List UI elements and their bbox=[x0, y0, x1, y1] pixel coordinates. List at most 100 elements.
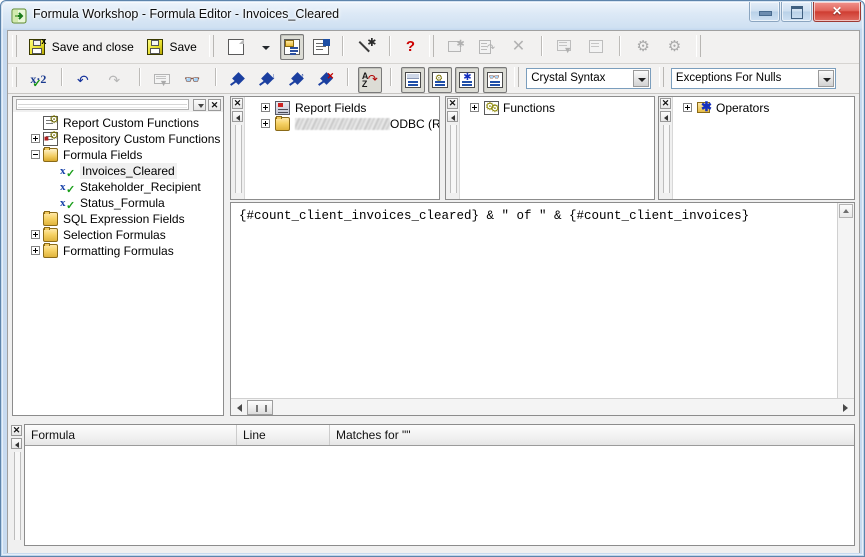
expander-plus-icon[interactable] bbox=[261, 103, 270, 112]
operator-tree-button[interactable]: ✱ bbox=[455, 67, 480, 93]
function-tree-button[interactable]: ⚙ bbox=[427, 67, 452, 93]
tree-label: Stakeholder_Recipient bbox=[80, 180, 201, 194]
expander-plus-icon[interactable] bbox=[31, 246, 40, 255]
functions-collapse-icon[interactable] bbox=[447, 111, 458, 122]
function-tree-icon: ⚙ bbox=[431, 72, 448, 88]
toolbar-grip-4[interactable] bbox=[695, 35, 701, 57]
toolbar-grip[interactable] bbox=[12, 35, 17, 57]
expander-plus-icon[interactable] bbox=[31, 134, 40, 143]
expander-plus-icon[interactable] bbox=[470, 103, 479, 112]
tree-node-status-formula[interactable]: x ✓ Status_Formula bbox=[13, 195, 223, 212]
tree-node-formatting-formulas[interactable]: Formatting Formulas bbox=[13, 243, 223, 259]
tree-node-functions[interactable]: ⚙ ⚙ Functions bbox=[460, 100, 654, 116]
field-tree-button[interactable] bbox=[400, 67, 425, 93]
main-toolbar: x Save and close Save ✱ ? ✱ ↷ ✕ ▼ ⚙ ⚙ bbox=[8, 31, 859, 64]
toolbar-grip-2[interactable] bbox=[209, 35, 215, 57]
new-formula-button[interactable] bbox=[221, 34, 251, 60]
tree-node-formula-fields[interactable]: Formula Fields bbox=[13, 147, 223, 163]
report-fields-scroll-track[interactable] bbox=[235, 125, 242, 193]
next-bookmark-button[interactable]: ↓ bbox=[254, 67, 280, 93]
find-replace-button[interactable]: 👓 bbox=[178, 67, 206, 93]
redo-arrow-icon: ↷ bbox=[108, 72, 121, 88]
formula-field-icon: x ✓ bbox=[60, 197, 76, 212]
tree-node-report-fields[interactable]: Report Fields bbox=[245, 100, 439, 116]
tree-node-report-custom-functions[interactable]: ⚙ Report Custom Functions bbox=[13, 115, 223, 131]
expander-minus-icon[interactable] bbox=[31, 150, 40, 159]
editor-toolbar-grip[interactable] bbox=[12, 67, 17, 87]
tree-node-stakeholder-recipient[interactable]: x ✓ Stakeholder_Recipient bbox=[13, 179, 223, 196]
results-column-formula[interactable]: Formula bbox=[25, 425, 237, 445]
workshop-tree-close-icon[interactable]: ✕ bbox=[208, 99, 221, 111]
update-repository-icon bbox=[588, 39, 604, 55]
formula-text-editor[interactable]: {#count_client_invoices_cleared} & " of … bbox=[230, 202, 855, 416]
toggle-bookmark-button[interactable] bbox=[225, 67, 251, 93]
nulls-dropdown[interactable]: Exceptions For Nulls bbox=[670, 68, 836, 89]
expert-editor-button[interactable]: 👓 bbox=[482, 67, 507, 93]
editor-toolbar-grip-3[interactable] bbox=[658, 67, 664, 87]
editor-toolbar-grip-2[interactable] bbox=[513, 67, 519, 87]
results-column-matches[interactable]: Matches for "" bbox=[330, 425, 850, 445]
tree-node-selection-formulas[interactable]: Selection Formulas bbox=[13, 227, 223, 243]
custom-function-1-button: ⚙ bbox=[629, 34, 657, 60]
check-syntax-button[interactable]: x·2 ✓ bbox=[24, 67, 52, 93]
report-fields-close-icon[interactable]: ✕ bbox=[232, 98, 243, 109]
expander-plus-icon[interactable] bbox=[261, 119, 270, 128]
editor-vertical-scrollbar[interactable] bbox=[837, 203, 854, 415]
save-button[interactable]: Save bbox=[142, 34, 202, 60]
workshop-tree-scroll-track[interactable] bbox=[16, 99, 189, 110]
results-pane: ✕ Formula Line Matches for "" bbox=[8, 422, 859, 552]
title-bar[interactable]: Formula Workshop - Formula Editor - Invo… bbox=[2, 2, 865, 29]
formula-properties-button[interactable] bbox=[308, 34, 334, 60]
save-icon bbox=[147, 39, 164, 55]
toolbar-grip-3[interactable] bbox=[429, 35, 435, 57]
report-fields-panel[interactable]: ✕ Report Fields ODBC (R bbox=[230, 96, 440, 200]
workshop-tree-menu-button[interactable] bbox=[193, 99, 206, 111]
scroll-up-button[interactable] bbox=[839, 204, 853, 218]
undo-button[interactable]: ↶ bbox=[71, 67, 99, 93]
help-button[interactable]: ? bbox=[399, 34, 422, 60]
operators-panel[interactable]: ✕ ✱ Operators bbox=[658, 96, 855, 200]
expander-plus-icon[interactable] bbox=[31, 230, 40, 239]
horizontal-scroll-thumb[interactable] bbox=[247, 400, 273, 415]
restore-button[interactable] bbox=[781, 2, 812, 22]
results-scroll-track[interactable] bbox=[14, 452, 21, 540]
results-grid[interactable]: Formula Line Matches for "" bbox=[24, 424, 855, 546]
syntax-dropdown[interactable]: Crystal Syntax bbox=[526, 68, 652, 89]
tree-node-operators[interactable]: ✱ Operators bbox=[673, 100, 854, 116]
syntax-dropdown-arrow[interactable] bbox=[633, 70, 650, 87]
sort-trees-button[interactable]: A Z ↷ bbox=[357, 67, 382, 93]
results-close-icon[interactable]: ✕ bbox=[11, 425, 22, 436]
formula-workshop-tree-panel[interactable]: ✕ ⚙ Report Custom Functions ⚙ ■ Reposito… bbox=[12, 96, 224, 416]
functions-panel[interactable]: ✕ ⚙ ⚙ Functions bbox=[445, 96, 655, 200]
rename-button: ✱ bbox=[442, 34, 470, 60]
results-collapse-icon[interactable] bbox=[11, 438, 22, 449]
nulls-dropdown-arrow[interactable] bbox=[817, 70, 834, 87]
functions-close-icon[interactable]: ✕ bbox=[447, 98, 458, 109]
operators-collapse-icon[interactable] bbox=[660, 111, 671, 122]
save-and-close-button[interactable]: x Save and close bbox=[24, 34, 138, 60]
results-rows-container[interactable] bbox=[25, 446, 854, 545]
tree-node-sql-expression-fields[interactable]: SQL Expression Fields bbox=[13, 211, 223, 227]
field-tree-icon bbox=[404, 72, 421, 88]
scroll-right-button[interactable] bbox=[839, 400, 853, 414]
operators-close-icon[interactable]: ✕ bbox=[660, 98, 671, 109]
clear-bookmarks-button[interactable]: ✕ bbox=[313, 67, 339, 93]
functions-scroll-track[interactable] bbox=[450, 125, 457, 193]
tree-node-database-connection[interactable]: ODBC (RDO)) bbox=[245, 116, 439, 132]
scroll-left-button[interactable] bbox=[232, 400, 246, 414]
report-fields-collapse-icon[interactable] bbox=[232, 111, 243, 122]
formula-text[interactable]: {#count_client_invoices_cleared} & " of … bbox=[239, 209, 834, 223]
minimize-button[interactable] bbox=[749, 2, 780, 22]
results-column-line[interactable]: Line bbox=[237, 425, 330, 445]
tree-node-repository-custom-functions[interactable]: ⚙ ■ Repository Custom Functions bbox=[13, 131, 223, 147]
editor-horizontal-scrollbar[interactable] bbox=[231, 398, 854, 415]
magic-wand-icon: ✱ bbox=[358, 38, 376, 55]
formula-expert-button[interactable]: ✱ bbox=[352, 34, 380, 60]
close-button[interactable]: ✕ bbox=[813, 2, 861, 22]
tree-node-invoices-cleared[interactable]: x ✓ Invoices_Cleared bbox=[13, 163, 223, 180]
new-formula-dropdown[interactable] bbox=[255, 34, 277, 60]
operators-scroll-track[interactable] bbox=[663, 125, 670, 193]
previous-bookmark-button[interactable]: ↑ bbox=[284, 67, 310, 93]
toggle-workshop-tree-button[interactable] bbox=[280, 34, 305, 60]
expander-plus-icon[interactable] bbox=[683, 103, 692, 112]
